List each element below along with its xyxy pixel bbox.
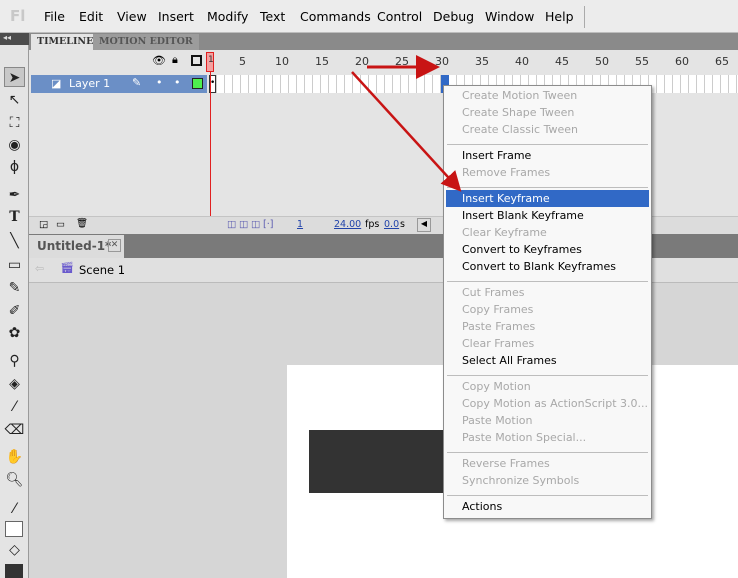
annotation-arrows [351, 55, 462, 192]
arrow-to-insert-keyframe [351, 71, 462, 192]
